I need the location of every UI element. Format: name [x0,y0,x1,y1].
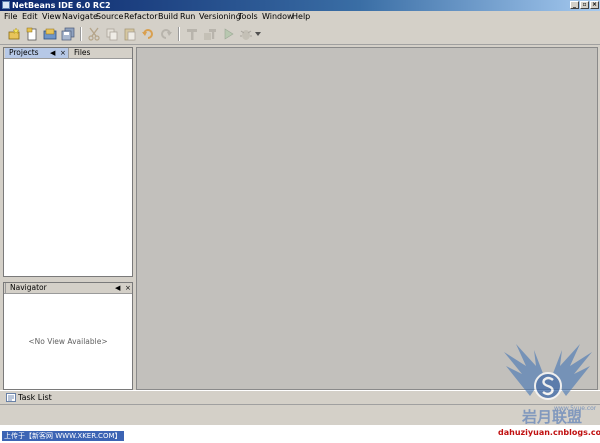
close-button[interactable]: × [590,1,599,9]
minimize-button[interactable]: _ [570,1,579,9]
toolbar-separator [178,27,180,41]
copy-icon[interactable] [104,26,119,41]
menu-file[interactable]: File [4,11,17,23]
tab-files[interactable]: Files [70,48,90,58]
menu-versioning[interactable]: Versioning [199,11,241,23]
menu-refactor[interactable]: Refactor [124,11,158,23]
new-file-icon[interactable] [24,26,39,41]
maximize-button[interactable]: ▫ [580,1,589,9]
navigator-empty-message: <No View Available> [28,337,108,346]
svg-text:www.5yue.com: www.5yue.com [554,405,596,412]
cut-icon[interactable] [86,26,101,41]
title-bar[interactable]: NetBeans IDE 6.0 RC2 _ ▫ × [0,0,600,11]
tab-projects-label: Projects [9,48,39,57]
navigator-panel-header: Navigator ◀ × [4,283,132,294]
tab-projects[interactable]: Projects ◀ × [5,48,69,58]
dropdown-arrow-icon[interactable] [254,26,262,41]
menu-window[interactable]: Window [262,11,294,23]
menu-source[interactable]: Source [96,11,123,23]
navigator-panel: Navigator ◀ × <No View Available> [3,282,133,390]
menu-help[interactable]: Help [292,11,310,23]
build-icon[interactable] [184,26,199,41]
projects-panel: Projects ◀ × Files [3,47,133,277]
navigator-close-icon[interactable]: × [125,283,131,293]
run-icon[interactable] [220,26,235,41]
menu-build[interactable]: Build [158,11,178,23]
undo-icon[interactable] [140,26,155,41]
new-project-icon[interactable] [6,26,21,41]
window-title: NetBeans IDE 6.0 RC2 [12,1,111,10]
watermark-url: dahuziyuan.cnblogs.com [498,428,600,437]
upload-note: 上传于【新客网 WWW.XKER.COM】 [2,431,124,441]
save-all-icon[interactable] [60,26,75,41]
redo-icon[interactable] [158,26,173,41]
menu-navigate[interactable]: Navigate [62,11,98,23]
projects-panel-header: Projects ◀ × Files [4,48,132,59]
projects-close-icon[interactable]: × [60,48,66,58]
task-list-icon[interactable] [6,393,16,402]
paste-icon[interactable] [122,26,137,41]
menu-tools[interactable]: Tools [238,11,258,23]
open-project-icon[interactable] [42,26,57,41]
debug-icon[interactable] [238,26,253,41]
projects-minimize-icon[interactable]: ◀ [50,48,55,58]
watermark-logo-icon: 岩月联盟 www.5yue.com [500,336,600,432]
menu-bar: File Edit View Navigate Source Refactor … [0,11,600,23]
menu-view[interactable]: View [42,11,61,23]
menu-run[interactable]: Run [180,11,195,23]
task-list-label[interactable]: Task List [18,391,52,404]
app-icon [2,1,10,9]
toolbar-separator [80,27,82,41]
navigator-minimize-icon[interactable]: ◀ [115,283,120,293]
menu-edit[interactable]: Edit [22,11,38,23]
clean-build-icon[interactable] [202,26,217,41]
navigator-title[interactable]: Navigator [5,283,47,293]
toolbar [0,23,600,45]
